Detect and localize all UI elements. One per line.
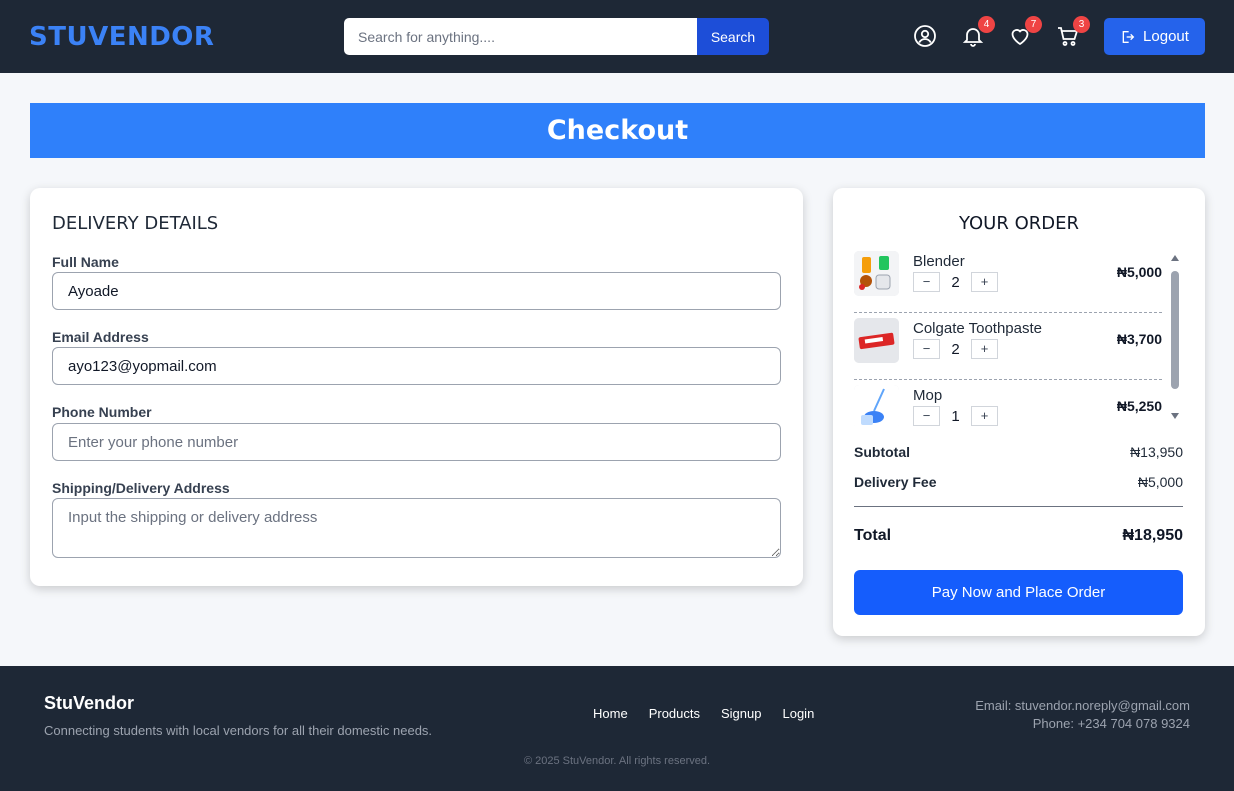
increase-qty-button[interactable]: + <box>971 272 998 292</box>
total-value: ₦18,950 <box>1122 527 1184 544</box>
total-label: Total <box>854 527 892 544</box>
address-field[interactable] <box>52 498 781 558</box>
quantity-stepper: − 2 + <box>913 339 998 359</box>
notification-count-badge: 4 <box>978 16 995 33</box>
decrease-qty-button[interactable]: − <box>913 406 940 426</box>
quantity-value: 2 <box>951 273 960 291</box>
cart-icon[interactable]: 3 <box>1056 16 1090 48</box>
subtotal-value: ₦13,950 <box>1130 444 1183 460</box>
logout-button[interactable]: Logout <box>1104 18 1205 55</box>
order-items-scrollbar[interactable] <box>1170 255 1180 419</box>
logout-label: Logout <box>1143 28 1189 45</box>
delivery-details-card: DELIVERY DETAILS Full Name Email Address… <box>30 188 803 586</box>
delivery-fee-row: Delivery Fee ₦5,000 <box>854 474 1183 490</box>
order-items-list[interactable]: Blender − 2 + ₦5,000 Colgate Toothpaste … <box>854 246 1162 426</box>
subtotal-label: Subtotal <box>854 444 910 460</box>
scrollbar-thumb[interactable] <box>1171 271 1179 389</box>
footer-link-home[interactable]: Home <box>593 706 628 721</box>
footer-contact: Email: stuvendor.noreply@gmail.com Phone… <box>975 697 1190 733</box>
increase-qty-button[interactable]: + <box>971 406 998 426</box>
toothpaste-image <box>854 318 899 363</box>
delivery-details-heading: DELIVERY DETAILS <box>52 213 219 234</box>
order-summary-card: YOUR ORDER Blender − 2 + ₦5,000 Colgate … <box>833 188 1205 636</box>
site-footer: StuVendor Connecting students with local… <box>0 666 1234 791</box>
phone-field[interactable] <box>52 423 781 461</box>
site-logo[interactable]: STUVENDOR <box>29 22 214 52</box>
footer-phone: Phone: +234 704 078 9324 <box>1032 716 1190 731</box>
footer-tagline: Connecting students with local vendors f… <box>44 723 433 738</box>
cart-count-badge: 3 <box>1073 16 1090 33</box>
page-title: Checkout <box>30 103 1205 158</box>
search-bar: Search <box>344 18 769 55</box>
full-name-label: Full Name <box>52 254 119 270</box>
order-item: Mop − 1 + ₦5,250 <box>854 380 1162 426</box>
decrease-qty-button[interactable]: − <box>913 272 940 292</box>
phone-label: Phone Number <box>52 404 152 420</box>
full-name-field[interactable] <box>52 272 781 310</box>
quantity-value: 1 <box>951 407 960 425</box>
user-icon[interactable] <box>913 24 937 48</box>
footer-link-signup[interactable]: Signup <box>721 706 761 721</box>
quantity-value: 2 <box>951 340 960 358</box>
delivery-fee-value: ₦5,000 <box>1137 474 1183 490</box>
summary-divider <box>854 506 1183 507</box>
search-button[interactable]: Search <box>697 18 769 55</box>
address-label: Shipping/Delivery Address <box>52 480 230 496</box>
total-row: Total ₦18,950 <box>854 527 1183 545</box>
quantity-stepper: − 1 + <box>913 406 998 426</box>
item-price: ₦3,700 <box>1116 331 1162 347</box>
email-label: Email Address <box>52 329 149 345</box>
item-price: ₦5,250 <box>1116 398 1162 414</box>
item-name: Mop <box>913 387 943 404</box>
increase-qty-button[interactable]: + <box>971 339 998 359</box>
subtotal-row: Subtotal ₦13,950 <box>854 444 1183 460</box>
mop-image <box>854 385 899 426</box>
pay-now-button[interactable]: Pay Now and Place Order <box>854 570 1183 615</box>
footer-email: Email: stuvendor.noreply@gmail.com <box>975 698 1190 713</box>
bell-icon[interactable]: 4 <box>961 16 995 48</box>
delivery-fee-label: Delivery Fee <box>854 474 937 490</box>
footer-copyright: © 2025 StuVendor. All rights reserved. <box>523 755 711 767</box>
order-summary-heading: YOUR ORDER <box>959 213 1079 234</box>
order-item: Blender − 2 + ₦5,000 <box>854 246 1162 313</box>
footer-nav: Home Products Signup Login <box>593 706 814 721</box>
wishlist-count-badge: 7 <box>1025 16 1042 33</box>
logout-icon <box>1122 30 1135 43</box>
blender-image <box>854 251 899 296</box>
top-navbar: STUVENDOR Search 4 7 3 Logout <box>0 0 1234 73</box>
order-item: Colgate Toothpaste − 2 + ₦3,700 <box>854 313 1162 380</box>
email-field[interactable] <box>52 347 781 385</box>
heart-icon[interactable]: 7 <box>1008 16 1042 48</box>
scroll-down-arrow-icon[interactable] <box>1171 413 1179 419</box>
item-name: Blender <box>913 253 965 270</box>
item-name: Colgate Toothpaste <box>913 320 1042 337</box>
footer-brand: StuVendor <box>44 693 135 713</box>
decrease-qty-button[interactable]: − <box>913 339 940 359</box>
footer-link-products[interactable]: Products <box>649 706 700 721</box>
footer-link-login[interactable]: Login <box>782 706 814 721</box>
search-input[interactable] <box>344 18 697 55</box>
item-price: ₦5,000 <box>1116 264 1162 280</box>
quantity-stepper: − 2 + <box>913 272 998 292</box>
scroll-up-arrow-icon[interactable] <box>1171 255 1179 261</box>
